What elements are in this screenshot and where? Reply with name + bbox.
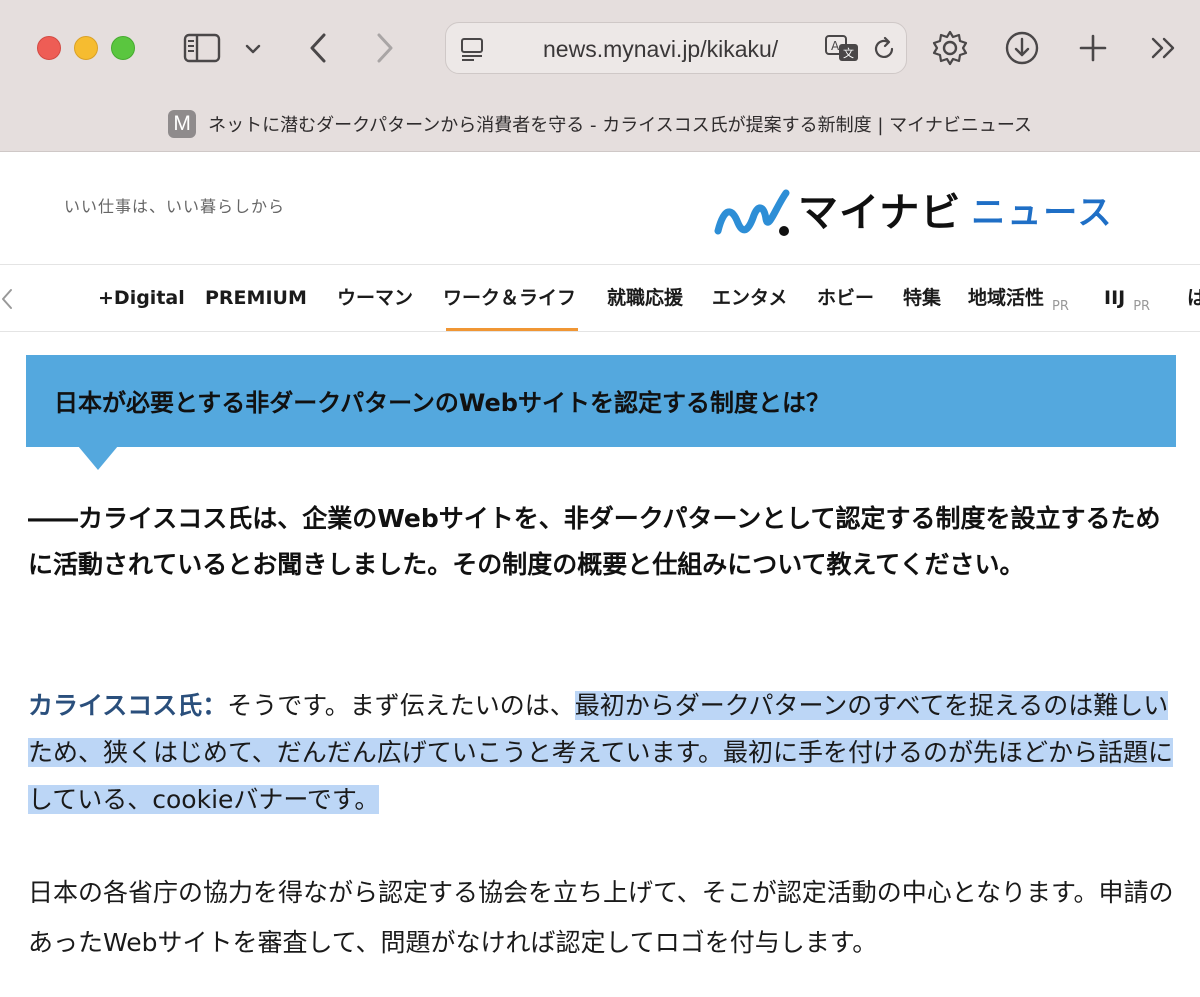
back-arrow-icon[interactable] [303, 30, 335, 66]
answer-text: そうです。まず伝えたいのは、 [227, 691, 575, 720]
nav-item-clipped[interactable]: は [1187, 282, 1200, 314]
logo-main-text: マイナビ [798, 190, 962, 236]
site-logo[interactable]: マイナビ ニュース [714, 179, 1114, 239]
nav-item-feature[interactable]: 特集 [903, 282, 941, 314]
active-tab[interactable]: M ネットに潜むダークパターンから消費者を守る - カライスコス氏が提案する新制… [0, 104, 1200, 144]
nav-item-label: IIJ [1104, 287, 1126, 309]
logo-sub-text: ニュース [971, 193, 1114, 233]
category-nav: +Digital PREMIUM ウーマン ワーク＆ライフ 就職応援 エンタメ … [0, 266, 1200, 332]
site-tagline: いい仕事は、いい暮らしから [64, 197, 286, 216]
gear-icon[interactable] [930, 28, 970, 68]
section-heading: 日本が必要とする非ダークパターンのWebサイトを認定する制度とは？ [26, 355, 1176, 447]
url-text[interactable]: news.mynavi.jp/kikaku/ [543, 35, 811, 63]
nav-item-iij[interactable]: IIJ PR [1104, 282, 1150, 314]
svg-text:A: A [831, 39, 840, 53]
page-menu-icon[interactable] [458, 35, 486, 63]
reload-icon[interactable] [870, 35, 898, 63]
nav-item-hobby[interactable]: ホビー [817, 282, 874, 314]
download-icon[interactable] [1002, 28, 1042, 68]
nav-item-digital[interactable]: +Digital [98, 282, 185, 314]
tab-title: ネットに潜むダークパターンから消費者を守る - カライスコス氏が提案する新制度 … [208, 115, 1032, 136]
browser-toolbar: news.mynavi.jp/kikaku/ A文 M ネットに潜むダークパター… [0, 0, 1200, 152]
speaker-label: カライスコス氏： [28, 691, 228, 720]
window-close-button[interactable] [37, 36, 61, 60]
nav-active-indicator [446, 328, 578, 331]
forward-arrow-icon[interactable] [368, 30, 400, 66]
heading-notch [78, 446, 118, 470]
sidebar-toggle-icon[interactable] [183, 33, 221, 63]
site-favicon: M [168, 110, 197, 138]
nav-item-premium[interactable]: PREMIUM [205, 282, 307, 314]
plus-icon[interactable] [1073, 28, 1113, 68]
translate-icon[interactable]: A文 [824, 33, 860, 65]
nav-item-woman[interactable]: ウーマン [337, 282, 413, 314]
nav-scroll-left-icon[interactable] [0, 286, 16, 312]
address-bar[interactable]: news.mynavi.jp/kikaku/ A文 [445, 22, 907, 74]
pr-badge: PR [1133, 299, 1151, 314]
double-chevron-right-icon[interactable] [1143, 28, 1183, 68]
nav-item-entame[interactable]: エンタメ [712, 282, 787, 314]
window-maximize-button[interactable] [111, 36, 135, 60]
interview-answer: カライスコス氏：そうです。まず伝えたいのは、最初からダークパターンのすべてを捉え… [28, 682, 1178, 823]
section-heading-text: 日本が必要とする非ダークパターンのWebサイトを認定する制度とは？ [54, 389, 830, 417]
nav-item-regional[interactable]: 地域活性 PR [968, 282, 1069, 314]
nav-item-work-life[interactable]: ワーク＆ライフ [443, 282, 576, 314]
svg-text:文: 文 [843, 46, 854, 60]
interview-question: ――カライスコス氏は、企業のWebサイトを、非ダークパターンとして認定する制度を… [28, 504, 1161, 579]
site-header: いい仕事は、いい暮らしから マイナビ ニュース [0, 153, 1200, 265]
chevron-down-icon[interactable] [240, 36, 266, 62]
window-minimize-button[interactable] [74, 36, 98, 60]
pr-badge: PR [1052, 299, 1069, 314]
article-paragraph: 日本の各省庁の協力を得ながら認定する協会を立ち上げて、そこが認定活動の中心となり… [28, 878, 1174, 957]
nav-item-job-support[interactable]: 就職応援 [607, 282, 683, 314]
logo-mark-icon [714, 189, 790, 236]
nav-item-label: 地域活性 [968, 287, 1045, 309]
